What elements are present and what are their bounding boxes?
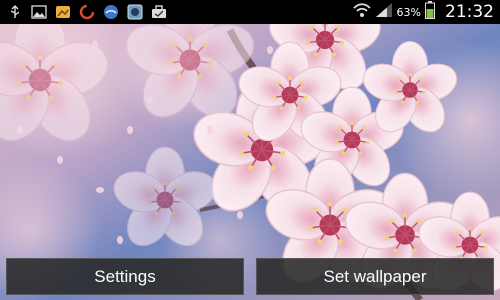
clock: 21:32 [445, 2, 494, 22]
settings-button[interactable]: Settings [6, 258, 244, 295]
cherry-blossom-wallpaper [0, 0, 500, 300]
battery-icon [425, 1, 435, 23]
system-tray: 63% 21:32 [352, 0, 494, 24]
status-bar: 63% 21:32 [0, 0, 500, 24]
usb-icon [6, 4, 24, 20]
sync-icon [78, 4, 96, 20]
briefcase-icon [150, 4, 168, 20]
image-icon [30, 4, 48, 20]
battery-percent: 63% [396, 5, 421, 19]
browser-icon [102, 4, 120, 20]
signal-icon [375, 2, 393, 22]
app-icon [126, 4, 144, 20]
wifi-icon [352, 2, 371, 22]
set-wallpaper-button[interactable]: Set wallpaper [256, 258, 494, 295]
gallery-icon [54, 4, 72, 20]
